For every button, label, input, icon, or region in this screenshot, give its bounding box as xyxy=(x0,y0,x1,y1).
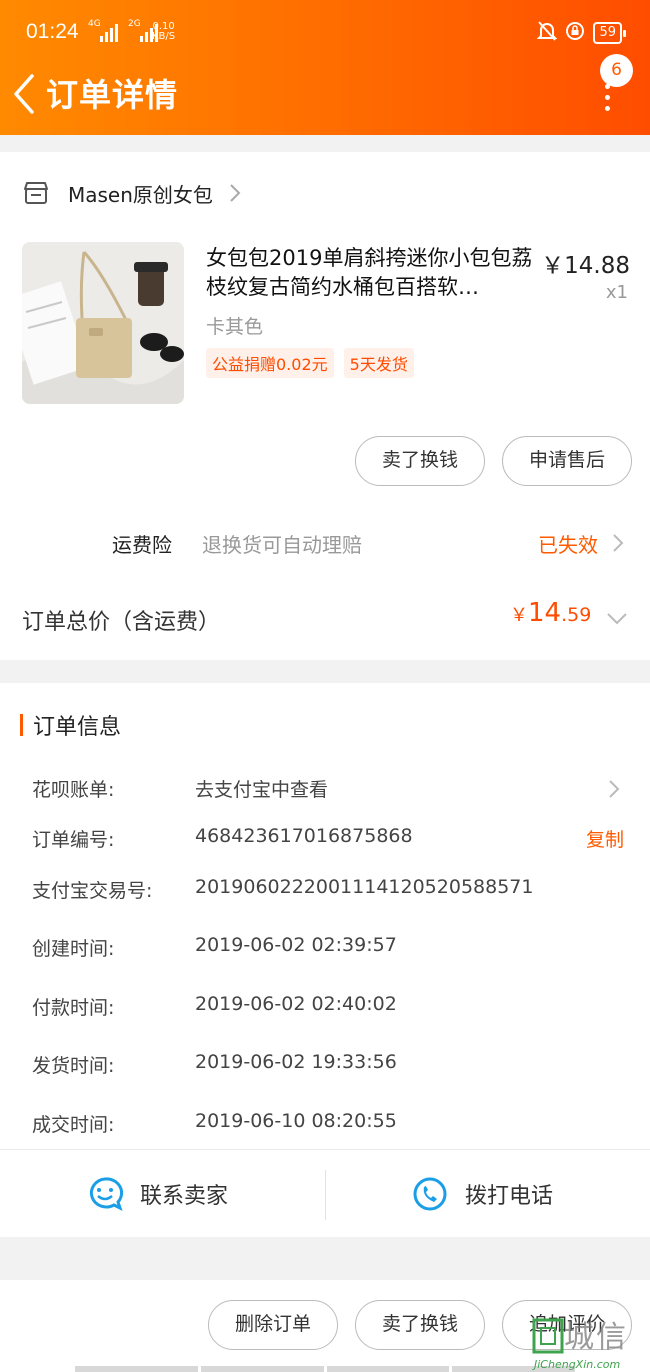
sell-button[interactable]: 卖了换钱 xyxy=(355,1300,485,1350)
dot-icon xyxy=(604,95,610,100)
insurance-status: 已失效 xyxy=(538,533,598,557)
status-time: 01:24 xyxy=(26,20,79,43)
created-time-row: 创建时间: 2019-06-02 02:39:57 xyxy=(32,934,397,960)
order-total-row[interactable]: 订单总价（含运费） ￥14.59 xyxy=(0,596,650,646)
more-menu-button[interactable] xyxy=(595,84,619,114)
chat-icon xyxy=(89,1177,124,1211)
product-price: ￥14.88 xyxy=(541,253,630,279)
watermark-logo-icon xyxy=(532,1318,564,1354)
network-indicators: 4G 2G xyxy=(88,19,158,42)
contact-seller-button[interactable]: 联系卖家 xyxy=(86,1150,228,1238)
battery-icon: 59 xyxy=(593,22,626,44)
chevron-left-icon xyxy=(14,74,34,114)
chevron-right-icon xyxy=(230,184,241,202)
page-title: 订单详情 xyxy=(46,76,179,114)
paid-time-row: 付款时间: 2019-06-02 02:40:02 xyxy=(32,993,397,1019)
shipped-time-row: 发货时间: 2019-06-02 19:33:56 xyxy=(32,1051,397,1077)
alipay-trade-row: 支付宝交易号: 2019060222001114120520588571 xyxy=(32,876,534,902)
shop-link[interactable]: Masen原创女包 xyxy=(22,178,241,208)
shop-icon xyxy=(24,182,48,204)
huabei-row[interactable]: 花呗账单: 去支付宝中查看 xyxy=(0,775,650,809)
sell-item-button[interactable]: 卖了换钱 xyxy=(355,436,485,486)
order-number-row: 订单编号: 468423617016875868 复制 xyxy=(32,825,625,852)
shipping-insurance-row[interactable]: 运费险 退换货可自动理赔 已失效 xyxy=(0,522,650,566)
app-header: 01:24 4G 2G 0.10 KB/S 59 订单详情 6 xyxy=(0,0,650,135)
signal-1-icon: 4G xyxy=(88,19,118,42)
back-button[interactable] xyxy=(10,72,40,116)
total-label: 订单总价（含运费） xyxy=(22,610,221,635)
phone-icon xyxy=(413,1177,447,1211)
status-right: 59 xyxy=(537,20,626,46)
chevron-right-icon xyxy=(609,780,620,798)
home-indicator xyxy=(75,1366,575,1372)
order-item-card: Masen原创女包 女包包2019单肩斜挎迷你小包包荔枝纹复古简约水桶包百搭软…… xyxy=(0,152,650,660)
network-speed: 0.10 KB/S xyxy=(152,21,176,42)
product-tags: 公益捐赠0.02元 5天发货 xyxy=(206,348,414,378)
divider xyxy=(325,1170,326,1220)
message-badge[interactable]: 6 xyxy=(600,54,633,87)
copy-button[interactable]: 复制 xyxy=(586,825,624,852)
chevron-right-icon xyxy=(613,534,624,552)
chevron-down-icon xyxy=(607,613,627,625)
insurance-name: 运费险 xyxy=(112,533,172,557)
product-thumbnail[interactable] xyxy=(22,242,184,404)
after-sale-button[interactable]: 申请售后 xyxy=(502,436,632,486)
insurance-desc: 退换货可自动理赔 xyxy=(202,533,362,557)
order-info-heading: 订单信息 xyxy=(20,709,121,741)
mute-bell-icon xyxy=(537,20,558,46)
lock-rotation-icon xyxy=(565,21,585,45)
dot-icon xyxy=(604,106,610,111)
product-title[interactable]: 女包包2019单肩斜挎迷你小包包荔枝纹复古简约水桶包百搭软… xyxy=(206,244,538,302)
product-sku: 卡其色 xyxy=(206,316,264,338)
call-phone-button[interactable]: 拨打电话 xyxy=(411,1150,553,1238)
shop-name: Masen原创女包 xyxy=(68,182,213,207)
product-image-icon xyxy=(22,242,184,404)
product-quantity: x1 xyxy=(605,282,628,303)
heading-accent-bar xyxy=(20,714,23,736)
site-watermark: 城信 JiChengXin.com xyxy=(528,1312,650,1372)
delete-order-button[interactable]: 删除订单 xyxy=(208,1300,338,1350)
contact-bar: 联系卖家 拨打电话 xyxy=(0,1149,650,1237)
completed-time-row: 成交时间: 2019-06-10 08:20:55 xyxy=(32,1110,397,1136)
total-price: ￥14.59 xyxy=(510,598,592,628)
shipping-tag: 5天发货 xyxy=(343,348,414,378)
status-bar: 01:24 4G 2G 0.10 KB/S 59 xyxy=(0,18,650,50)
order-info-section: 订单信息 花呗账单: 去支付宝中查看 订单编号: 468423617016875… xyxy=(0,683,650,1237)
charity-tag: 公益捐赠0.02元 xyxy=(206,348,334,378)
